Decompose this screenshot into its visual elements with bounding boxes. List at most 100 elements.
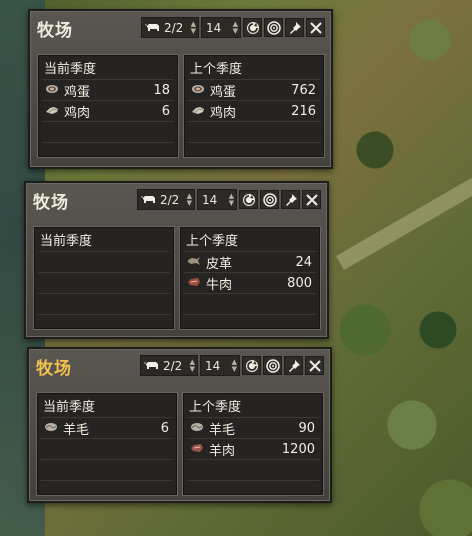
previous-item-row: 牛肉 800 [184,272,316,293]
pin-icon [285,193,297,206]
empty-row [187,480,319,501]
previous-item-row: 皮革 24 [184,251,316,272]
panel-toolbar: 2/2 ▲ ▼ 14 ▲ ▼ [137,189,321,210]
item-value: 18 [153,82,170,98]
quantity-stepper[interactable]: 14 ▲ ▼ [201,17,241,38]
empty-row [38,314,170,335]
animal-count-selector[interactable]: 2/2 ▲ ▼ [141,17,199,38]
current-season-section: 当前季度 [34,227,174,329]
previous-season-section: 上个季度 羊毛 90 羊肉 1200 [183,393,323,495]
pin-button[interactable] [284,356,303,375]
current-season-label: 当前季度 [43,400,96,415]
panel-title: 牧场 [37,21,73,41]
quantity-stepper[interactable]: 14 ▲ ▼ [197,189,237,210]
close-icon [309,21,322,34]
refresh-icon [246,21,259,34]
quantity-spinner[interactable]: ▲ ▼ [233,20,238,35]
previous-item-row: 羊毛 90 [187,417,319,438]
close-button[interactable] [306,18,325,37]
empty-row [188,121,320,142]
item-value: 1200 [281,441,315,457]
item-value: 216 [291,103,316,119]
refresh-button[interactable] [243,18,262,37]
animal-count-value: 2/2 [163,358,183,373]
empty-row [41,480,173,501]
quantity-stepper[interactable]: 14 ▲ ▼ [200,355,240,376]
item-value: 800 [287,275,312,291]
chicken-meat-icon [192,107,204,114]
quantity-spinner[interactable]: ▲ ▼ [229,192,234,207]
panel-toolbar: 2/2 ▲ ▼ 14 ▲ ▼ [141,17,325,38]
refresh-button[interactable] [242,356,261,375]
item-name: 鸡肉 [64,105,91,121]
previous-season-section: 上个季度 皮革 24 牛肉 800 [180,227,320,329]
animal-count-spinner[interactable]: ▲ ▼ [191,20,196,35]
empty-row [38,272,170,293]
previous-item-row: 羊肉 1200 [187,438,319,459]
previous-season-label: 上个季度 [189,400,242,415]
item-value: 24 [295,254,312,270]
target-icon [265,358,280,373]
item-value: 90 [298,420,315,436]
previous-season-label: 上个季度 [190,62,243,77]
close-icon [308,359,321,372]
previous-item-row: 鸡肉 216 [188,100,320,121]
quantity-value: 14 [202,192,218,207]
pasture-panel-3: 牧场 2/2 ▲ ▼ 14 ▲ ▼ 当前季度 羊毛 6 上个季度 羊毛 90 羊… [27,347,332,503]
pin-icon [289,21,301,34]
leather-icon [188,257,200,265]
empty-row [187,459,319,480]
item-name: 皮革 [206,256,233,272]
current-item-row: 鸡蛋 18 [42,79,174,100]
empty-row [41,438,173,459]
current-season-section: 当前季度 鸡蛋 18 鸡肉 6 [38,55,178,157]
empty-row [38,251,170,272]
current-item-row: 鸡肉 6 [42,100,174,121]
empty-row [188,142,320,163]
target-button[interactable] [263,356,282,375]
animal-count-selector[interactable]: 2/2 ▲ ▼ [140,355,198,376]
empty-row [42,121,174,142]
panel-header: 牧场 2/2 ▲ ▼ 14 ▲ ▼ [30,11,331,45]
current-item-row: 羊毛 6 [41,417,173,438]
refresh-button[interactable] [239,190,258,209]
cow-icon [141,196,155,203]
close-icon [305,193,318,206]
animal-count-spinner[interactable]: ▲ ▼ [187,192,192,207]
wool-icon [191,423,203,431]
beef-icon [188,278,200,286]
close-button[interactable] [305,356,324,375]
cow-icon [144,362,158,369]
panel-header: 牧场 2/2 ▲ ▼ 14 ▲ ▼ [26,183,327,217]
empty-row [38,293,170,314]
current-season-label: 当前季度 [40,234,93,249]
target-button[interactable] [260,190,279,209]
empty-row [184,314,316,335]
quantity-spinner[interactable]: ▲ ▼ [232,358,237,373]
animal-count-spinner[interactable]: ▲ ▼ [190,358,195,373]
item-value: 6 [160,420,169,436]
refresh-icon [242,193,255,206]
target-button[interactable] [264,18,283,37]
pin-button[interactable] [285,18,304,37]
panel-title: 牧场 [36,359,72,379]
target-icon [262,192,277,207]
animal-count-selector[interactable]: 2/2 ▲ ▼ [137,189,195,210]
previous-season-label: 上个季度 [186,234,239,249]
pin-button[interactable] [281,190,300,209]
empty-row [184,293,316,314]
current-season-section: 当前季度 羊毛 6 [37,393,177,495]
current-season-label: 当前季度 [44,62,97,77]
animal-count-value: 2/2 [164,20,184,35]
egg-icon [192,85,204,93]
panel-toolbar: 2/2 ▲ ▼ 14 ▲ ▼ [140,355,324,376]
panel-header: 牧场 2/2 ▲ ▼ 14 ▲ ▼ [29,349,330,383]
close-button[interactable] [302,190,321,209]
item-name: 羊肉 [209,443,236,459]
pasture-panel-1: 牧场 2/2 ▲ ▼ 14 ▲ ▼ 当前季度 鸡蛋 18 鸡肉 6 上个季度 鸡… [28,9,333,169]
cow-icon [145,24,159,31]
wool-icon [45,423,57,431]
empty-row [42,142,174,163]
target-icon [266,20,281,35]
refresh-icon [245,359,258,372]
